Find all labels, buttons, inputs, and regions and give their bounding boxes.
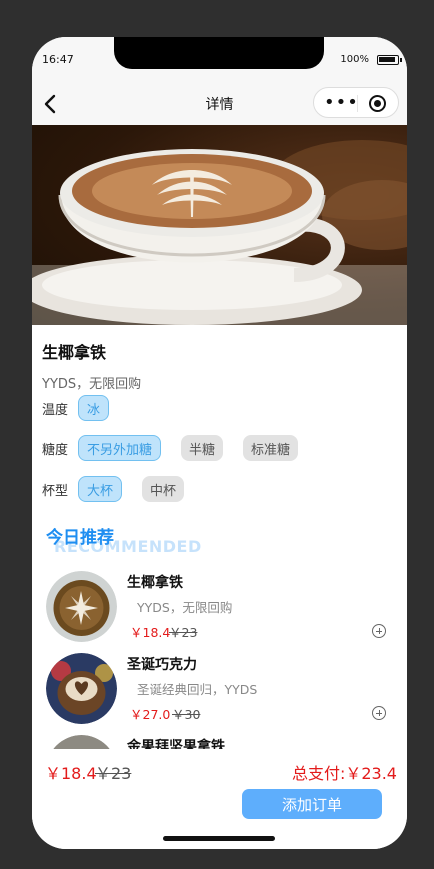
close-mini-program-icon[interactable] [369,95,386,112]
option-label: 糖度 [42,442,69,458]
item-desc: 圣诞经典回归，YYDS [137,682,258,697]
recommend-title: 今日推荐 [46,528,114,548]
product-desc: YYDS，无限回购 [42,377,142,392]
battery-percent: 100% [340,54,369,65]
battery-icon [377,55,402,65]
order-footer: ￥18.4 ￥23 总支付:￥23.4 添加订单 [32,749,407,849]
item-old-price: ￥30 [172,707,201,722]
add-circle-icon[interactable] [372,624,386,638]
add-circle-icon[interactable] [372,706,386,720]
item-name: 金果拜坚果拿铁 [127,739,225,749]
status-time: 16:47 [42,53,74,66]
mini-program-capsule: ••• [313,87,399,118]
home-indicator [163,836,275,841]
option-sugar: 糖度 不另外加糖 半糖 标准糖 [42,435,318,461]
nav-bar: 详情 ••• [32,81,407,125]
product-info: 生椰拿铁 YYDS，无限回购 [42,339,141,392]
device-notch [114,37,324,69]
chip-no-extra-sugar[interactable]: 不另外加糖 [78,435,162,461]
product-name: 生椰拿铁 [42,343,107,362]
chip-medium-cup[interactable]: 中杯 [142,476,185,502]
item-price: ￥27.0 [130,707,171,722]
total-payment: 总支付:￥23.4 [291,764,397,783]
list-item[interactable]: 圣诞巧克力 圣诞经典回归，YYDS ￥27.0 ￥30 [32,649,407,731]
add-order-button[interactable]: 添加订单 [242,789,382,819]
chip-large-cup[interactable]: 大杯 [78,476,123,502]
option-temperature: 温度 冰 [42,395,129,421]
latte-image-illustration [32,140,407,325]
chip-ice[interactable]: 冰 [78,395,110,421]
chip-half-sugar[interactable]: 半糖 [181,435,224,461]
item-name: 生椰拿铁 [127,575,183,591]
item-thumbnail [46,571,117,642]
list-item[interactable]: 生椰拿铁 YYDS，无限回购 ￥18.4 ￥23 [32,567,407,649]
list-item[interactable]: 金果拜坚果拿铁 [32,731,407,749]
option-label: 温度 [42,402,69,418]
footer-price: ￥18.4 [45,764,97,783]
item-name: 圣诞巧克力 [127,657,197,673]
item-desc: YYDS，无限回购 [137,600,233,615]
option-label: 杯型 [42,483,69,499]
more-icon[interactable]: ••• [324,94,358,114]
item-thumbnail [46,653,117,724]
item-thumbnail [46,735,117,749]
chip-standard-sugar[interactable]: 标准糖 [243,435,299,461]
footer-old-price: ￥23 [95,764,132,783]
option-cup-size: 杯型 大杯 中杯 [42,476,204,502]
item-old-price: ￥23 [169,625,198,640]
item-price: ￥18.4 [130,625,171,640]
recommend-list: 生椰拿铁 YYDS，无限回购 ￥18.4 ￥23 圣诞巧克力 圣诞经典回归，YY… [32,567,407,749]
product-image [32,125,407,325]
phone-screen: 16:47 100% 详情 ••• 生椰拿铁 YYDS，无限回购 温度 冰 糖度… [32,37,407,849]
capsule-divider [357,95,358,112]
